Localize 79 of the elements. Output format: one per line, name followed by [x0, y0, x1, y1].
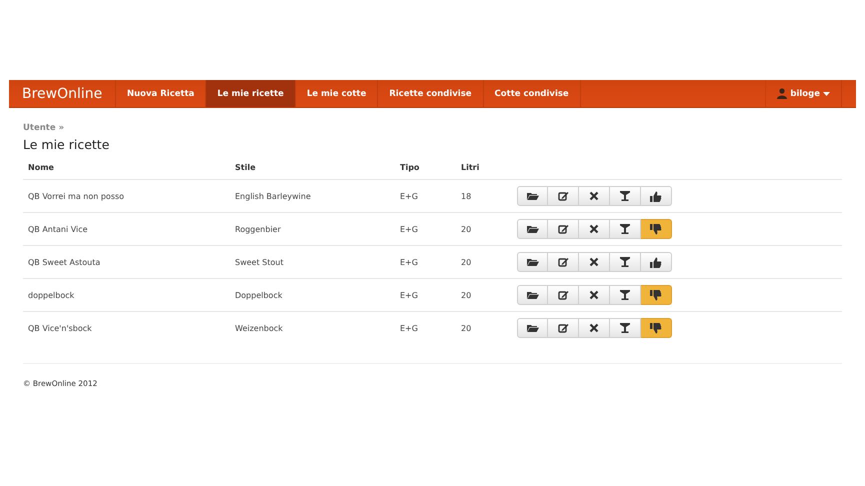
- edit-button[interactable]: [548, 219, 579, 239]
- column-header: Stile: [230, 162, 395, 180]
- folder-button[interactable]: [517, 252, 548, 272]
- close-icon: [589, 191, 599, 201]
- edit-button[interactable]: [548, 186, 579, 206]
- edit-icon: [558, 224, 568, 234]
- close-button[interactable]: [579, 252, 610, 272]
- thumbs-down-icon: [650, 224, 662, 234]
- folder-button[interactable]: [517, 285, 548, 305]
- edit-button[interactable]: [548, 318, 579, 338]
- nav-tab[interactable]: Le mie cotte: [294, 80, 378, 107]
- close-button[interactable]: [579, 318, 610, 338]
- folder-button[interactable]: [517, 318, 548, 338]
- glass-button[interactable]: [610, 219, 641, 239]
- table-cell: QB Vice'n'sbock: [23, 312, 230, 344]
- thumbs-up-icon: [650, 190, 662, 202]
- glass-icon: [620, 191, 630, 201]
- edit-button[interactable]: [548, 252, 579, 272]
- table-cell: Roggenbier: [230, 212, 395, 246]
- glass-button[interactable]: [610, 318, 641, 338]
- table-cell: Doppelbock: [230, 278, 395, 312]
- share-button[interactable]: [641, 285, 672, 305]
- table-cell: E+G: [395, 278, 456, 312]
- edit-button[interactable]: [548, 285, 579, 305]
- thumbs-down-icon: [650, 290, 662, 300]
- table-cell: QB Sweet Astouta: [23, 246, 230, 278]
- folder-icon: [526, 257, 538, 267]
- folder-button[interactable]: [517, 186, 548, 206]
- page-title: Le mie ricette: [23, 137, 110, 152]
- close-icon: [589, 290, 599, 300]
- breadcrumb[interactable]: Utente »: [23, 123, 842, 133]
- glass-button[interactable]: [610, 186, 641, 206]
- close-button[interactable]: [579, 219, 610, 239]
- table-cell: Sweet Stout: [230, 246, 395, 278]
- table-cell: E+G: [395, 180, 456, 212]
- user-icon: [777, 88, 788, 99]
- glass-icon: [620, 257, 630, 267]
- table-cell: E+G: [395, 312, 456, 344]
- close-icon: [589, 224, 599, 234]
- share-button[interactable]: [641, 186, 672, 206]
- edit-icon: [558, 323, 568, 333]
- table-cell: E+G: [395, 246, 456, 278]
- glass-icon: [620, 323, 630, 333]
- glass-icon: [620, 224, 630, 234]
- user-menu[interactable]: biloge: [765, 80, 842, 107]
- share-button[interactable]: [641, 252, 672, 272]
- close-button[interactable]: [579, 285, 610, 305]
- folder-icon: [526, 290, 538, 300]
- edit-icon: [558, 191, 568, 201]
- close-icon: [589, 257, 599, 267]
- edit-icon: [558, 257, 568, 267]
- column-header: Tipo: [395, 162, 456, 180]
- column-header: Litri: [456, 162, 517, 180]
- share-button[interactable]: [641, 219, 672, 239]
- table-cell: QB Antani Vice: [23, 212, 230, 246]
- glass-button[interactable]: [610, 252, 641, 272]
- folder-icon: [526, 323, 538, 333]
- thumbs-up-icon: [650, 256, 662, 268]
- table-cell: English Barleywine: [230, 180, 395, 212]
- table-cell: Weizenbock: [230, 312, 395, 344]
- caret-icon: [823, 92, 830, 96]
- brand-logo[interactable]: BrewOnline: [9, 80, 115, 107]
- close-button[interactable]: [579, 186, 610, 206]
- folder-icon: [526, 224, 538, 234]
- table-cell: doppelbock: [23, 278, 230, 312]
- nav-tab[interactable]: Le mie ricette: [205, 80, 295, 107]
- glass-button[interactable]: [610, 285, 641, 305]
- glass-icon: [620, 290, 630, 300]
- folder-button[interactable]: [517, 219, 548, 239]
- share-button[interactable]: [641, 318, 672, 338]
- nav-tab[interactable]: Cotte condivise: [482, 80, 581, 107]
- table-cell: E+G: [395, 212, 456, 246]
- close-icon: [589, 323, 599, 333]
- nav-tab[interactable]: Ricette condivise: [377, 80, 483, 107]
- thumbs-down-icon: [650, 322, 662, 334]
- column-header: Nome: [23, 162, 230, 180]
- edit-icon: [558, 290, 568, 300]
- table-cell: QB Vorrei ma non posso: [23, 180, 230, 212]
- folder-icon: [526, 191, 538, 201]
